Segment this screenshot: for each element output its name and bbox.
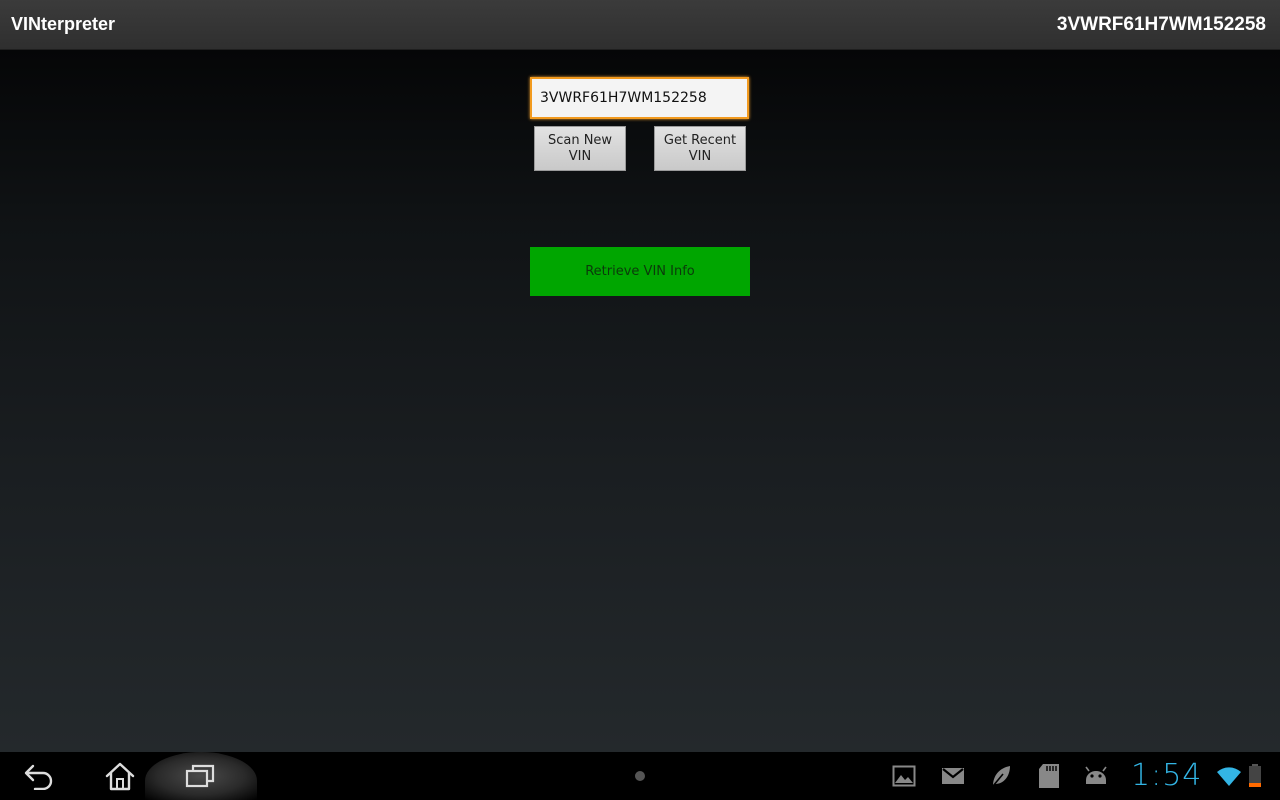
vin-input[interactable]: [530, 77, 749, 119]
retrieve-vin-info-button[interactable]: Retrieve VIN Info: [530, 247, 750, 296]
clock[interactable]: 1:54: [1131, 758, 1202, 794]
home-icon: [105, 762, 135, 791]
back-button[interactable]: [10, 752, 70, 800]
sd-card-notification[interactable]: [1036, 764, 1062, 788]
action-bar: VINterpreter 3VWRF61H7WM152258: [0, 0, 1280, 50]
current-vin-title: 3VWRF61H7WM152258: [1056, 13, 1266, 35]
get-recent-vin-button[interactable]: Get Recent VIN: [654, 126, 746, 171]
main-content: Scan New VIN Get Recent VIN Retrieve VIN…: [0, 50, 1280, 752]
gallery-icon: [892, 765, 916, 787]
gallery-notification[interactable]: [891, 764, 917, 788]
leaf-icon: [992, 766, 1010, 787]
nav-center-dot: [635, 771, 645, 781]
scan-new-vin-button[interactable]: Scan New VIN: [534, 126, 626, 171]
app-title: VINterpreter: [11, 14, 116, 34]
system-nav-bar: 1:54: [0, 752, 1280, 800]
recent-apps-icon: [185, 764, 215, 788]
battery-status[interactable]: [1246, 764, 1264, 788]
android-debug-notification[interactable]: [1083, 764, 1109, 788]
recent-apps-button[interactable]: [170, 752, 230, 800]
wifi-status[interactable]: [1216, 764, 1242, 788]
wifi-icon: [1217, 767, 1241, 786]
gmail-icon: [942, 768, 964, 784]
android-debug-icon: [1085, 766, 1107, 784]
gmail-notification[interactable]: [940, 764, 966, 788]
home-button[interactable]: [90, 752, 150, 800]
sd-card-icon: [1039, 764, 1059, 788]
battery-icon: [1249, 764, 1261, 787]
leaf-notification[interactable]: [988, 764, 1014, 788]
back-icon: [24, 764, 53, 790]
